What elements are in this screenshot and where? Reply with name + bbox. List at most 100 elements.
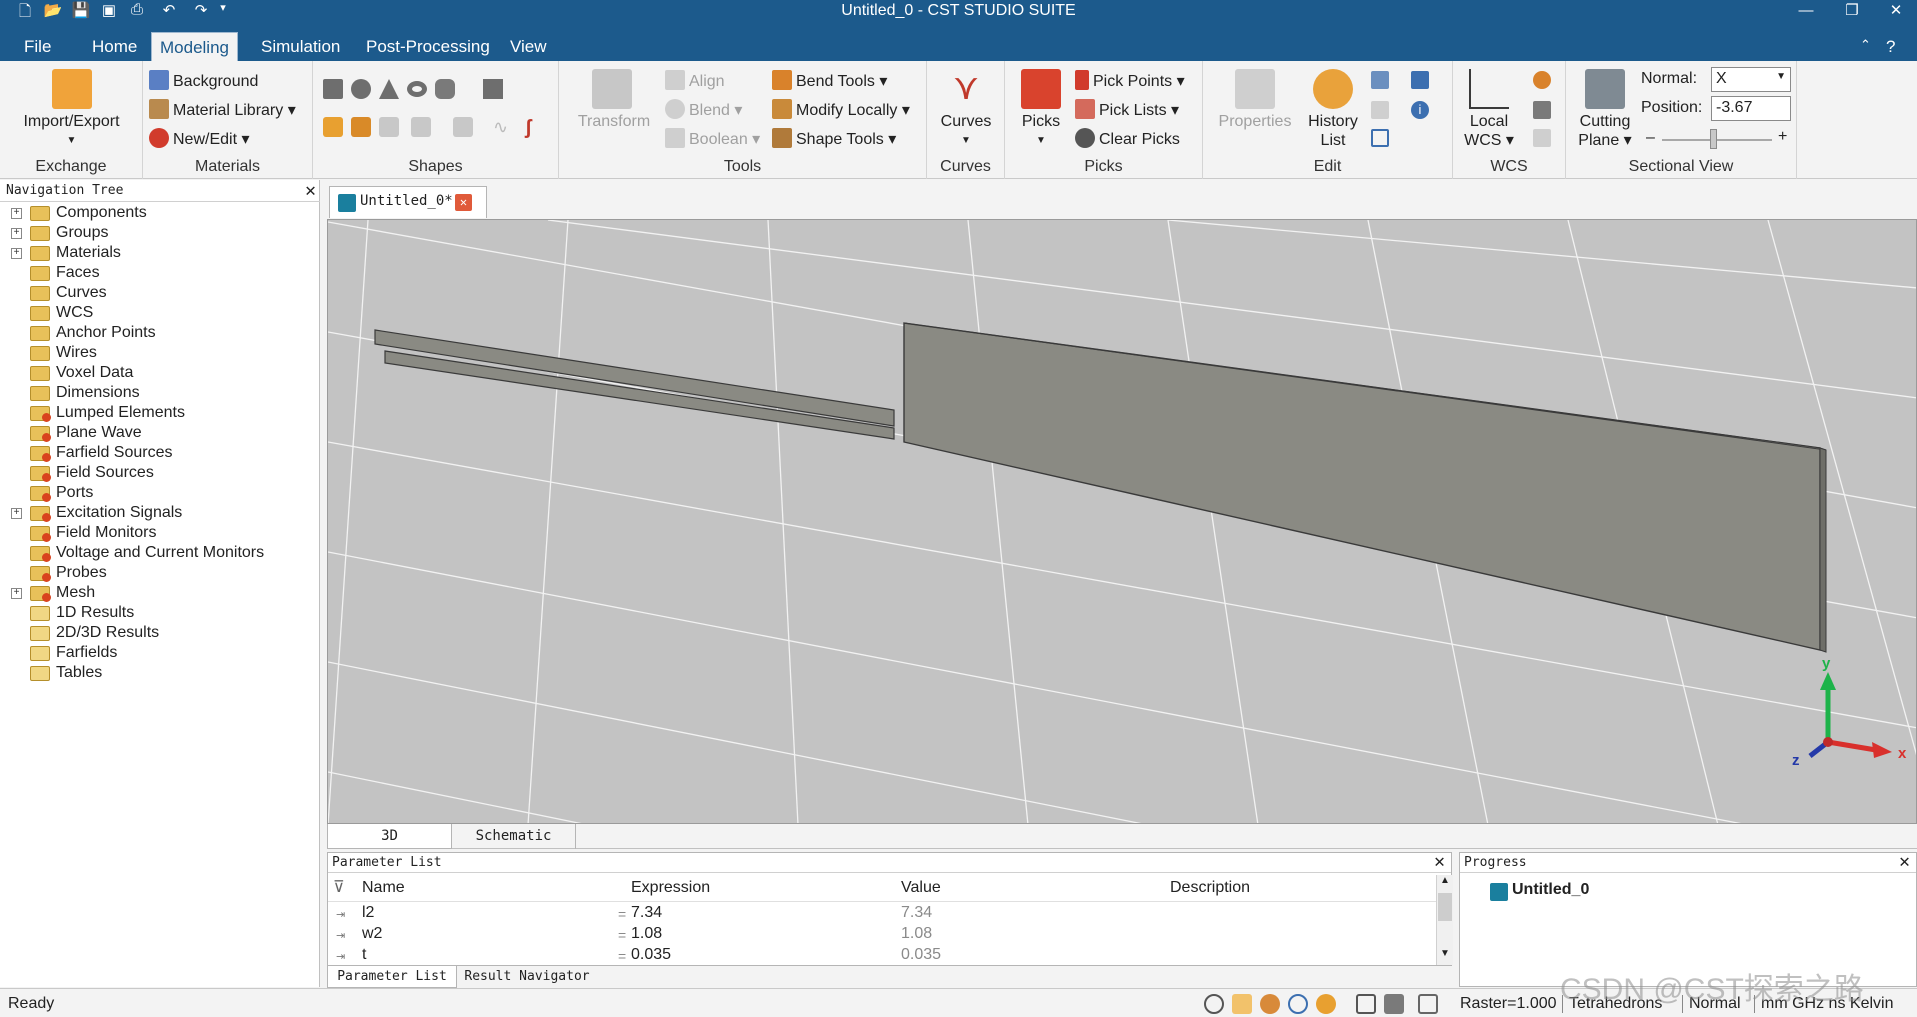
table-row[interactable]: ⇥ w2 = 1.08 1.08 (328, 924, 1436, 945)
tab-modeling[interactable]: Modeling (151, 32, 238, 61)
pick-points-button[interactable]: Pick Points ▾ (1075, 70, 1185, 91)
bend-tools-button[interactable]: Bend Tools ▾ (772, 70, 887, 91)
normal-select[interactable]: X ▼ (1711, 67, 1791, 92)
spin-icon[interactable] (1316, 994, 1336, 1014)
section-icon[interactable] (1384, 994, 1404, 1014)
picks-button[interactable]: Picks (1005, 112, 1077, 131)
reset-view-icon[interactable] (1356, 994, 1376, 1014)
tree-item[interactable]: Anchor Points (0, 324, 318, 344)
tree-item[interactable]: Farfields (0, 644, 318, 664)
close-icon[interactable]: ✕ (305, 180, 316, 201)
history-list-button[interactable]: History List (1301, 112, 1365, 150)
viewport-canvas[interactable]: y x z (328, 220, 1917, 824)
cylinder-icon[interactable] (435, 79, 455, 99)
feed-line-lower[interactable] (384, 350, 895, 440)
curve-icon[interactable]: ∿ (493, 117, 513, 137)
trace-icon[interactable] (411, 117, 431, 137)
shape-tools-button[interactable]: Shape Tools ▾ (772, 128, 896, 149)
cutting-plane-button[interactable]: Cutting Plane ▾ (1566, 112, 1644, 150)
column-header-name[interactable]: Name (362, 879, 405, 897)
curves-button[interactable]: Curves (927, 112, 1005, 131)
tab-schematic[interactable]: Schematic (452, 824, 576, 849)
tree-item[interactable]: Dimensions (0, 384, 318, 404)
scrollbar-thumb[interactable] (1438, 893, 1452, 921)
position-slider[interactable] (1662, 139, 1772, 141)
tree-item[interactable]: + Mesh (0, 584, 318, 604)
tree-item[interactable]: Voxel Data (0, 364, 318, 384)
column-header-value[interactable]: Value (901, 879, 941, 897)
tab-parameter-list[interactable]: Parameter List (327, 966, 457, 988)
boolean-button[interactable]: Boolean ▾ (665, 128, 760, 149)
expand-icon[interactable]: + (11, 508, 22, 519)
table-row[interactable]: ⇥ t = 0.035 0.035 (328, 945, 1436, 966)
loft-icon[interactable] (351, 117, 371, 137)
modify-locally-button[interactable]: Modify Locally ▾ (772, 99, 910, 120)
blend-button[interactable]: Blend ▾ (665, 99, 742, 120)
3d-viewport[interactable]: y x z (327, 219, 1917, 824)
expand-icon[interactable]: + (11, 248, 22, 259)
close-tab-icon[interactable]: ✕ (455, 194, 472, 211)
wire-icon[interactable] (453, 117, 473, 137)
expand-icon[interactable]: + (11, 228, 22, 239)
zoom-in-icon[interactable] (1288, 994, 1308, 1014)
tab-result-navigator[interactable]: Result Navigator (457, 966, 597, 988)
tree-item[interactable]: Plane Wave (0, 424, 318, 444)
tree-item[interactable]: + Materials (0, 244, 318, 264)
sweep-icon[interactable] (379, 117, 399, 137)
bend-icon[interactable]: ʃ (525, 117, 545, 139)
ground-plane[interactable] (903, 322, 1821, 651)
tab-view[interactable]: View (502, 35, 555, 61)
pen-icon[interactable] (1411, 71, 1429, 89)
extrude-icon[interactable] (483, 79, 503, 99)
clear-picks-button[interactable]: Clear Picks (1075, 128, 1180, 149)
tree-item[interactable]: WCS (0, 304, 318, 324)
tree-item[interactable]: + Components (0, 204, 318, 224)
column-header-description[interactable]: Description (1170, 879, 1250, 897)
import-export-button[interactable]: Import/Export (0, 112, 143, 131)
tree-item[interactable]: Field Monitors (0, 524, 318, 544)
wcs-disabled-icon[interactable] (1533, 129, 1551, 147)
tree-item[interactable]: + Groups (0, 224, 318, 244)
position-input[interactable]: -3.67 (1711, 96, 1791, 121)
pan-icon[interactable] (1232, 994, 1252, 1014)
picture-icon[interactable] (1371, 101, 1389, 119)
file-menu[interactable]: File (16, 35, 59, 61)
scroll-down-icon[interactable]: ▼ (1437, 948, 1453, 964)
slider-plus-icon[interactable]: + (1778, 128, 1787, 146)
expand-icon[interactable]: + (11, 588, 22, 599)
cone-icon[interactable] (379, 79, 399, 99)
close-icon[interactable]: ✕ (1434, 851, 1445, 872)
document-tab[interactable]: Untitled_0* ✕ (329, 186, 487, 218)
material-library-button[interactable]: Material Library ▾ (149, 99, 296, 120)
background-button[interactable]: Background (149, 70, 258, 91)
tab-post-processing[interactable]: Post-Processing (358, 35, 498, 61)
tree-item[interactable]: Ports (0, 484, 318, 504)
slider-thumb[interactable] (1710, 129, 1717, 149)
calculator-icon[interactable] (1371, 71, 1389, 89)
local-wcs-button[interactable]: Local WCS ▾ (1453, 112, 1525, 150)
param-expression[interactable]: 1.08 (631, 925, 662, 943)
tree-item[interactable]: Tables (0, 664, 318, 684)
close-icon[interactable]: ✕ (1899, 851, 1910, 872)
table-row[interactable]: ⇥ l2 = 7.34 7.34 (328, 903, 1436, 924)
picks-dropdown-icon[interactable]: ▼ (1005, 131, 1077, 150)
tree-item[interactable]: Field Sources (0, 464, 318, 484)
tree-item[interactable]: Farfield Sources (0, 444, 318, 464)
filter-icon[interactable]: ⊽ (333, 877, 345, 897)
pick-lists-button[interactable]: Pick Lists ▾ (1075, 99, 1179, 120)
column-header-expression[interactable]: Expression (631, 879, 710, 897)
tree-item[interactable]: Voltage and Current Monitors (0, 544, 318, 564)
align-button[interactable]: Align (665, 70, 725, 91)
feed-line-upper[interactable] (374, 329, 895, 427)
tree-item[interactable]: 1D Results (0, 604, 318, 624)
slider-minus-icon[interactable]: – (1646, 129, 1655, 147)
close-window-icon[interactable]: ✕ (1876, 0, 1916, 24)
tab-home[interactable]: Home (84, 35, 145, 61)
align-wcs-icon[interactable] (1533, 71, 1551, 89)
transform-wcs-icon[interactable] (1533, 101, 1551, 119)
transform-button[interactable]: Transform (569, 112, 659, 131)
curves-dropdown-icon[interactable]: ▼ (927, 131, 1005, 150)
sphere-icon[interactable] (351, 79, 371, 99)
help-icon[interactable]: ? (1878, 35, 1903, 61)
tree-item[interactable]: Probes (0, 564, 318, 584)
